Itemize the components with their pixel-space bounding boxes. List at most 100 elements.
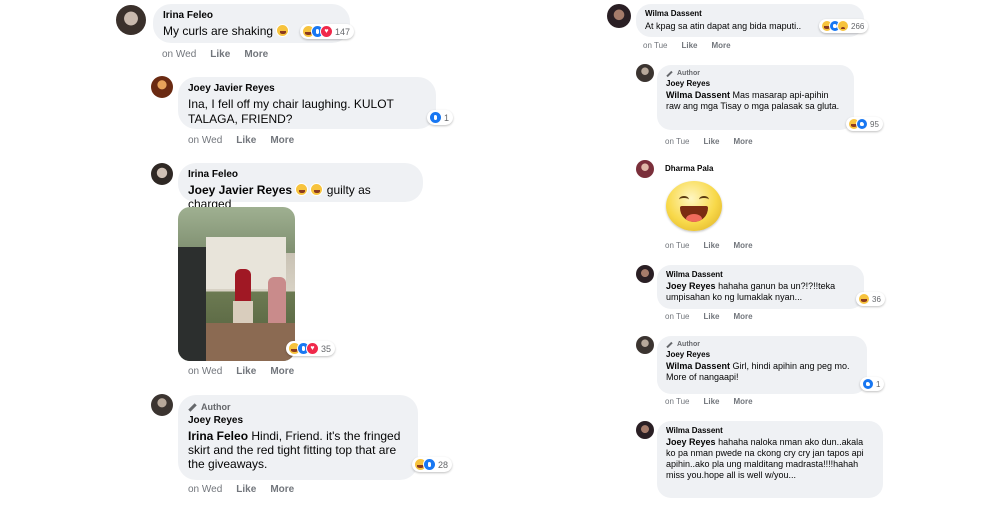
author-badge: Author [188, 402, 408, 412]
reaction-summary[interactable]: 36 [856, 292, 885, 306]
avatar[interactable] [151, 394, 173, 416]
pen-icon [666, 70, 673, 77]
reaction-count: 36 [872, 294, 881, 304]
comment-text: Joey Reyes hahaha ganun ba un?!?!!teka u… [666, 281, 836, 302]
comment-actions: on Tue Like More [665, 241, 767, 250]
comment-bubble: Author Joey Reyes Wilma Dassent Girl, hi… [657, 336, 867, 394]
comment-photo[interactable] [178, 207, 295, 361]
sticker-eye-right [699, 196, 709, 203]
timestamp[interactable]: on Tue [665, 397, 689, 406]
mention-link[interactable]: Joey Javier Reyes [188, 183, 292, 197]
comment-text: Wilma Dassent Mas masarap api-apihin raw… [666, 90, 840, 111]
commenter-name[interactable]: Irina Feleo [163, 10, 340, 21]
timestamp[interactable]: on Wed [188, 366, 222, 377]
love-reaction-icon [306, 342, 319, 355]
like-link[interactable]: Like [703, 312, 719, 321]
avatar[interactable] [607, 4, 631, 28]
reaction-summary[interactable]: 1 [860, 377, 885, 391]
more-link[interactable]: More [244, 49, 268, 60]
like-link[interactable]: Like [703, 397, 719, 406]
reaction-count: 28 [438, 459, 449, 470]
love-reaction-icon [320, 25, 333, 38]
more-link[interactable]: More [733, 312, 752, 321]
commenter-name[interactable]: Joey Reyes [188, 415, 408, 426]
commenter-name[interactable]: Wilma Dassent [666, 270, 855, 279]
reaction-summary[interactable]: 147 [300, 24, 355, 39]
haha-emoji-icon [276, 24, 290, 37]
comment-text: Joey Reyes hahaha naloka nman ako dun..a… [666, 437, 864, 480]
more-link[interactable]: More [270, 484, 294, 495]
commenter-name[interactable]: Wilma Dassent [666, 426, 874, 435]
comment-text: Wilma Dassent Girl, hindi apihin ang peg… [666, 361, 850, 382]
reaction-count: 1 [444, 112, 450, 123]
author-badge: Author [666, 341, 858, 348]
comment-actions: on Tue Like More [665, 137, 767, 146]
avatar[interactable] [151, 76, 173, 98]
more-link[interactable]: More [270, 135, 294, 146]
comment-text: Ina, I fell off my chair laughing. KULOT… [188, 97, 394, 126]
timestamp[interactable]: on Wed [162, 49, 196, 60]
pen-icon [666, 341, 673, 348]
photo-person-red [235, 269, 251, 303]
comment-actions: on Wed Like More [188, 366, 308, 377]
commenter-name[interactable]: Joey Javier Reyes [188, 83, 426, 94]
sticker-eye-left [679, 196, 689, 203]
reaction-summary[interactable]: 266 [819, 19, 869, 33]
reaction-summary[interactable]: 28 [412, 457, 453, 472]
comment-bubble: Wilma Dassent Joey Reyes hahaha ganun ba… [657, 265, 864, 309]
commenter-name[interactable]: Irina Feleo [188, 169, 413, 180]
more-link[interactable]: More [270, 366, 294, 377]
like-link[interactable]: Like [210, 49, 230, 60]
reaction-count: 266 [851, 21, 865, 31]
like-link[interactable]: Like [703, 241, 719, 250]
avatar[interactable] [151, 163, 173, 185]
commenter-name[interactable]: Joey Reyes [666, 79, 845, 88]
reaction-count: 147 [335, 26, 351, 37]
comment-bubble: Wilma Dassent Joey Reyes hahaha naloka n… [657, 421, 883, 498]
commenter-name[interactable]: Dharma Pala [665, 164, 713, 173]
like-link[interactable]: Like [681, 41, 697, 50]
commenter-name[interactable]: Wilma Dassent [645, 9, 855, 18]
avatar[interactable] [636, 64, 654, 82]
comment-actions: on Wed Like More [188, 135, 308, 146]
reaction-count: 35 [321, 343, 332, 354]
mention-link[interactable]: Wilma Dassent [666, 361, 730, 371]
reaction-count: 95 [870, 119, 879, 129]
more-link[interactable]: More [733, 137, 752, 146]
comment-actions: on Tue Like More [665, 312, 767, 321]
like-link[interactable]: Like [703, 137, 719, 146]
haha-emoji-icon [310, 183, 324, 196]
like-link[interactable]: Like [236, 135, 256, 146]
comment-text: Irina Feleo Hindi, Friend. it's the frin… [188, 429, 401, 471]
photo-camera-figure [178, 247, 206, 361]
mention-link[interactable]: Joey Reyes [666, 281, 716, 291]
sticker-mouth [680, 206, 708, 222]
avatar[interactable] [636, 421, 654, 439]
mention-link[interactable]: Wilma Dassent [666, 90, 730, 100]
avatar[interactable] [116, 5, 146, 35]
like-link[interactable]: Like [236, 484, 256, 495]
mention-link[interactable]: Irina Feleo [188, 429, 248, 443]
timestamp[interactable]: on Tue [665, 312, 689, 321]
commenter-name[interactable]: Joey Reyes [666, 350, 858, 359]
reaction-summary[interactable]: 95 [846, 117, 883, 131]
reaction-summary[interactable]: 35 [286, 341, 336, 356]
more-link[interactable]: More [711, 41, 730, 50]
timestamp[interactable]: on Tue [665, 241, 689, 250]
reaction-summary[interactable]: 1 [427, 110, 454, 125]
avatar[interactable] [636, 160, 654, 178]
comment-actions: on Tue Like More [665, 397, 767, 406]
author-badge: Author [666, 70, 845, 77]
timestamp[interactable]: on Tue [643, 41, 667, 50]
timestamp[interactable]: on Wed [188, 135, 222, 146]
timestamp[interactable]: on Wed [188, 484, 222, 495]
mention-link[interactable]: Joey Reyes [666, 437, 716, 447]
comment-bubble: Irina Feleo Joey Javier Reyes guilty as … [178, 163, 423, 211]
avatar[interactable] [636, 336, 654, 354]
more-link[interactable]: More [733, 241, 752, 250]
more-link[interactable]: More [733, 397, 752, 406]
timestamp[interactable]: on Tue [665, 137, 689, 146]
like-link[interactable]: Like [236, 366, 256, 377]
avatar[interactable] [636, 265, 654, 283]
haha-reaction-icon [858, 293, 870, 305]
